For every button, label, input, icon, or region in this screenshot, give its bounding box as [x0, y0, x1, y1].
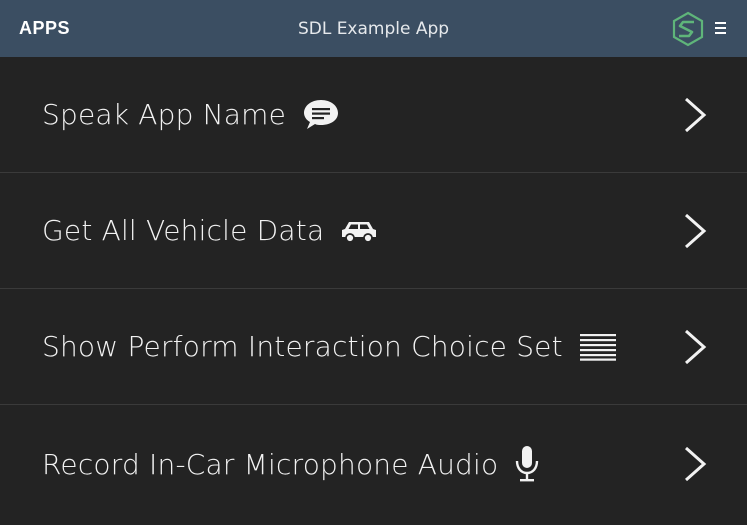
- apps-button-label: APPS: [19, 18, 71, 38]
- list-item-show-perform-interaction-choice-set[interactable]: Show Perform Interaction Choice Set: [0, 289, 747, 405]
- command-list: Speak App Name Get All Vehicle Data Show…: [0, 57, 747, 523]
- sdl-logo-icon: [672, 11, 704, 47]
- list-item-label: Show Perform Interaction Choice Set: [42, 330, 563, 363]
- list-item-label: Speak App Name: [42, 98, 287, 131]
- hamburger-menu-icon[interactable]: [714, 19, 728, 37]
- list-item-record-in-car-microphone-audio[interactable]: Record In-Car Microphone Audio: [0, 405, 747, 523]
- sdl-app-screen: APPS SDL Example App Speak App Name Get …: [0, 0, 747, 525]
- chevron-right-icon: [685, 213, 707, 248]
- list-item-get-all-vehicle-data[interactable]: Get All Vehicle Data: [0, 173, 747, 289]
- app-title: SDL Example App: [297, 18, 450, 39]
- chevron-right-icon: [685, 446, 707, 482]
- apps-button[interactable]: APPS: [19, 0, 70, 57]
- list-lines-icon: [579, 333, 617, 361]
- top-bar: APPS SDL Example App: [0, 0, 747, 57]
- chevron-right-icon: [685, 329, 707, 364]
- car-icon: [340, 219, 378, 243]
- speech-bubble-icon: [302, 98, 340, 132]
- list-item-label: Record In-Car Microphone Audio: [42, 447, 499, 481]
- microphone-icon: [514, 445, 540, 483]
- list-item-label: Get All Vehicle Data: [42, 214, 325, 247]
- chevron-right-icon: [685, 97, 707, 132]
- list-item-speak-app-name[interactable]: Speak App Name: [0, 57, 747, 173]
